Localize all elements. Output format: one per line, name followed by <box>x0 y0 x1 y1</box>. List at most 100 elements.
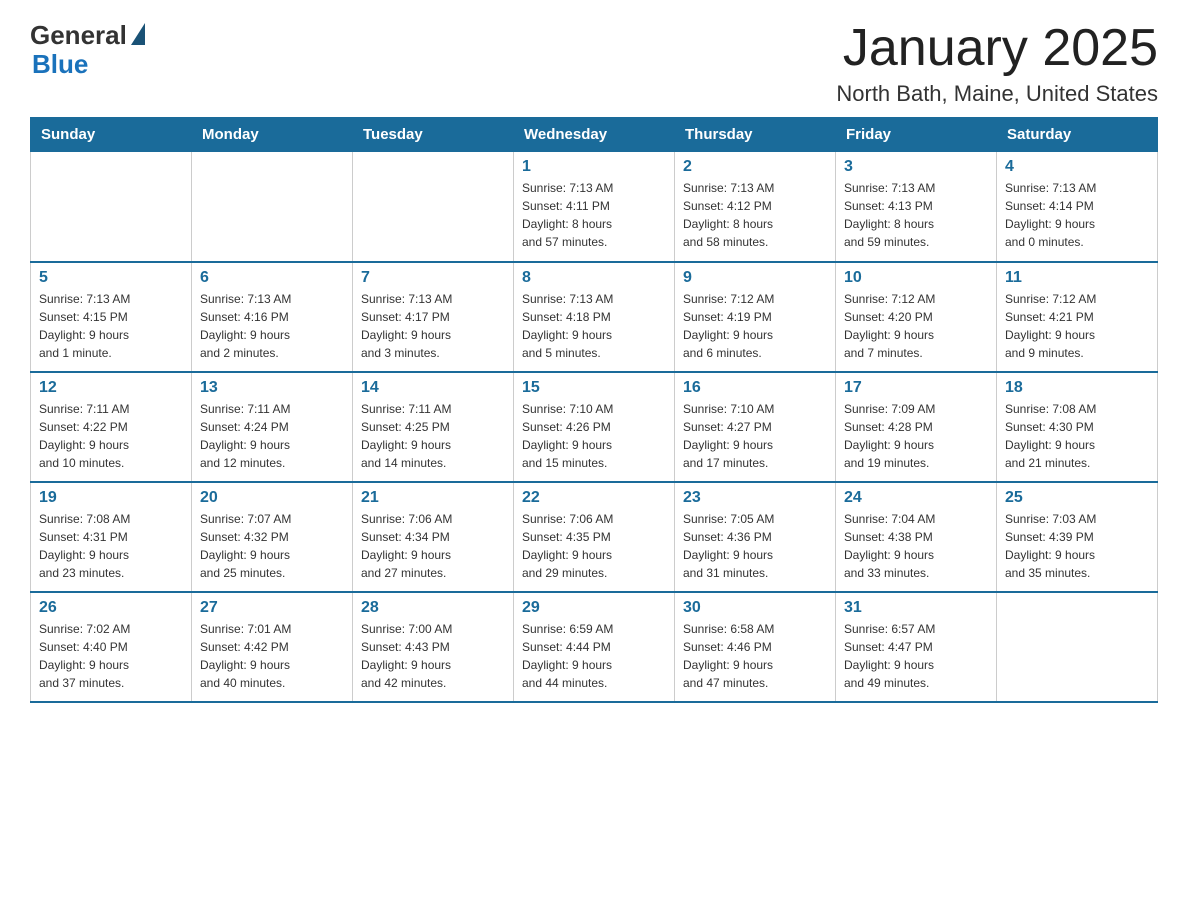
day-info: Sunrise: 7:10 AM Sunset: 4:27 PM Dayligh… <box>683 400 827 472</box>
day-number: 12 <box>39 379 183 397</box>
day-number: 15 <box>522 379 666 397</box>
calendar-cell: 20Sunrise: 7:07 AM Sunset: 4:32 PM Dayli… <box>192 482 353 592</box>
day-number: 24 <box>844 489 988 507</box>
day-number: 7 <box>361 269 505 287</box>
calendar-cell: 7 Sunrise: 7:13 AM Sunset: 4:17 PM Daylig… <box>353 262 514 372</box>
logo-triangle-icon <box>131 23 145 45</box>
day-info: Sunrise: 7:11 AM Sunset: 4:25 PM Dayligh… <box>361 400 505 472</box>
day-number: 27 <box>200 599 344 617</box>
calendar-cell: 15 Sunrise: 7:10 AM Sunset: 4:26 PM Dayli… <box>514 372 675 482</box>
calendar-cell <box>353 152 514 262</box>
calendar-header-monday: Monday <box>192 118 353 152</box>
day-info: Sunrise: 7:00 AM Sunset: 4:43 PM Dayligh… <box>361 620 505 692</box>
day-info: Sunrise: 7:13 AM Sunset: 4:15 PM Dayligh… <box>39 290 183 362</box>
day-number: 19 <box>39 489 183 507</box>
day-info: Sunrise: 7:10 AM Sunset: 4:26 PM Dayligh… <box>522 400 666 472</box>
day-number: 8 <box>522 269 666 287</box>
calendar-cell: 19 Sunrise: 7:08 AM Sunset: 4:31 PM Dayli… <box>31 482 192 592</box>
day-info: Sunrise: 7:07 AM Sunset: 4:32 PM Dayligh… <box>200 510 344 582</box>
day-info: Sunrise: 7:12 AM Sunset: 4:19 PM Dayligh… <box>683 290 827 362</box>
calendar-cell: 29Sunrise: 6:59 AM Sunset: 4:44 PM Dayli… <box>514 592 675 702</box>
day-number: 10 <box>844 269 988 287</box>
day-number: 28 <box>361 599 505 617</box>
day-info: Sunrise: 7:11 AM Sunset: 4:24 PM Dayligh… <box>200 400 344 472</box>
calendar-cell: 23 Sunrise: 7:05 AM Sunset: 4:36 PM Dayli… <box>675 482 836 592</box>
calendar-cell: 16 Sunrise: 7:10 AM Sunset: 4:27 PM Dayli… <box>675 372 836 482</box>
day-info: Sunrise: 6:59 AM Sunset: 4:44 PM Dayligh… <box>522 620 666 692</box>
day-info: Sunrise: 7:08 AM Sunset: 4:31 PM Dayligh… <box>39 510 183 582</box>
day-info: Sunrise: 7:05 AM Sunset: 4:36 PM Dayligh… <box>683 510 827 582</box>
calendar-cell: 9 Sunrise: 7:12 AM Sunset: 4:19 PM Daylig… <box>675 262 836 372</box>
day-number: 18 <box>1005 379 1149 397</box>
day-info: Sunrise: 7:13 AM Sunset: 4:12 PM Dayligh… <box>683 179 827 251</box>
day-number: 3 <box>844 158 988 176</box>
calendar-header-row: SundayMondayTuesdayWednesdayThursdayFrid… <box>31 118 1158 152</box>
calendar-week-row: 12 Sunrise: 7:11 AM Sunset: 4:22 PM Dayli… <box>31 372 1158 482</box>
calendar-cell: 1Sunrise: 7:13 AM Sunset: 4:11 PM Daylig… <box>514 152 675 262</box>
day-info: Sunrise: 7:06 AM Sunset: 4:34 PM Dayligh… <box>361 510 505 582</box>
day-info: Sunrise: 7:13 AM Sunset: 4:16 PM Dayligh… <box>200 290 344 362</box>
calendar-cell: 6 Sunrise: 7:13 AM Sunset: 4:16 PM Daylig… <box>192 262 353 372</box>
day-info: Sunrise: 7:12 AM Sunset: 4:20 PM Dayligh… <box>844 290 988 362</box>
calendar-cell: 8 Sunrise: 7:13 AM Sunset: 4:18 PM Daylig… <box>514 262 675 372</box>
page-header: General Blue January 2025 North Bath, Ma… <box>30 20 1158 107</box>
day-number: 13 <box>200 379 344 397</box>
calendar-cell: 26 Sunrise: 7:02 AM Sunset: 4:40 PM Dayli… <box>31 592 192 702</box>
title-section: January 2025 North Bath, Maine, United S… <box>836 20 1158 107</box>
day-number: 30 <box>683 599 827 617</box>
day-number: 31 <box>844 599 988 617</box>
calendar-week-row: 19 Sunrise: 7:08 AM Sunset: 4:31 PM Dayli… <box>31 482 1158 592</box>
day-number: 4 <box>1005 158 1149 176</box>
day-info: Sunrise: 6:57 AM Sunset: 4:47 PM Dayligh… <box>844 620 988 692</box>
calendar-header-tuesday: Tuesday <box>353 118 514 152</box>
calendar-cell: 12 Sunrise: 7:11 AM Sunset: 4:22 PM Dayli… <box>31 372 192 482</box>
calendar-cell: 30Sunrise: 6:58 AM Sunset: 4:46 PM Dayli… <box>675 592 836 702</box>
day-info: Sunrise: 7:13 AM Sunset: 4:18 PM Dayligh… <box>522 290 666 362</box>
calendar-cell: 2 Sunrise: 7:13 AM Sunset: 4:12 PM Daylig… <box>675 152 836 262</box>
calendar-header-wednesday: Wednesday <box>514 118 675 152</box>
calendar-cell: 11 Sunrise: 7:12 AM Sunset: 4:21 PM Dayli… <box>997 262 1158 372</box>
day-number: 9 <box>683 269 827 287</box>
calendar-cell <box>192 152 353 262</box>
calendar-cell: 27Sunrise: 7:01 AM Sunset: 4:42 PM Dayli… <box>192 592 353 702</box>
calendar-cell: 25Sunrise: 7:03 AM Sunset: 4:39 PM Dayli… <box>997 482 1158 592</box>
logo-general: General <box>30 20 127 51</box>
day-info: Sunrise: 7:12 AM Sunset: 4:21 PM Dayligh… <box>1005 290 1149 362</box>
day-info: Sunrise: 7:02 AM Sunset: 4:40 PM Dayligh… <box>39 620 183 692</box>
day-info: Sunrise: 7:11 AM Sunset: 4:22 PM Dayligh… <box>39 400 183 472</box>
calendar-header-saturday: Saturday <box>997 118 1158 152</box>
calendar-cell: 13 Sunrise: 7:11 AM Sunset: 4:24 PM Dayli… <box>192 372 353 482</box>
day-info: Sunrise: 7:03 AM Sunset: 4:39 PM Dayligh… <box>1005 510 1149 582</box>
day-number: 1 <box>522 158 666 176</box>
day-info: Sunrise: 7:13 AM Sunset: 4:13 PM Dayligh… <box>844 179 988 251</box>
day-number: 17 <box>844 379 988 397</box>
day-number: 16 <box>683 379 827 397</box>
calendar-cell: 10 Sunrise: 7:12 AM Sunset: 4:20 PM Dayli… <box>836 262 997 372</box>
day-number: 11 <box>1005 269 1149 287</box>
calendar-cell: 24 Sunrise: 7:04 AM Sunset: 4:38 PM Dayli… <box>836 482 997 592</box>
calendar-cell <box>31 152 192 262</box>
day-number: 14 <box>361 379 505 397</box>
calendar-cell: 21 Sunrise: 7:06 AM Sunset: 4:34 PM Dayli… <box>353 482 514 592</box>
calendar-week-row: 5 Sunrise: 7:13 AM Sunset: 4:15 PM Daylig… <box>31 262 1158 372</box>
day-number: 21 <box>361 489 505 507</box>
day-number: 5 <box>39 269 183 287</box>
calendar-cell: 28 Sunrise: 7:00 AM Sunset: 4:43 PM Dayli… <box>353 592 514 702</box>
day-info: Sunrise: 7:13 AM Sunset: 4:17 PM Dayligh… <box>361 290 505 362</box>
calendar-cell: 31 Sunrise: 6:57 AM Sunset: 4:47 PM Dayli… <box>836 592 997 702</box>
calendar-week-row: 1Sunrise: 7:13 AM Sunset: 4:11 PM Daylig… <box>31 152 1158 262</box>
day-number: 6 <box>200 269 344 287</box>
day-info: Sunrise: 7:06 AM Sunset: 4:35 PM Dayligh… <box>522 510 666 582</box>
day-info: Sunrise: 7:04 AM Sunset: 4:38 PM Dayligh… <box>844 510 988 582</box>
calendar-subtitle: North Bath, Maine, United States <box>836 81 1158 107</box>
calendar-cell: 22Sunrise: 7:06 AM Sunset: 4:35 PM Dayli… <box>514 482 675 592</box>
day-number: 23 <box>683 489 827 507</box>
day-number: 2 <box>683 158 827 176</box>
calendar-cell: 4 Sunrise: 7:13 AM Sunset: 4:14 PM Daylig… <box>997 152 1158 262</box>
calendar-header-sunday: Sunday <box>31 118 192 152</box>
calendar-cell: 14 Sunrise: 7:11 AM Sunset: 4:25 PM Dayli… <box>353 372 514 482</box>
calendar-title: January 2025 <box>836 20 1158 77</box>
day-info: Sunrise: 7:13 AM Sunset: 4:14 PM Dayligh… <box>1005 179 1149 251</box>
calendar-header-friday: Friday <box>836 118 997 152</box>
day-number: 26 <box>39 599 183 617</box>
